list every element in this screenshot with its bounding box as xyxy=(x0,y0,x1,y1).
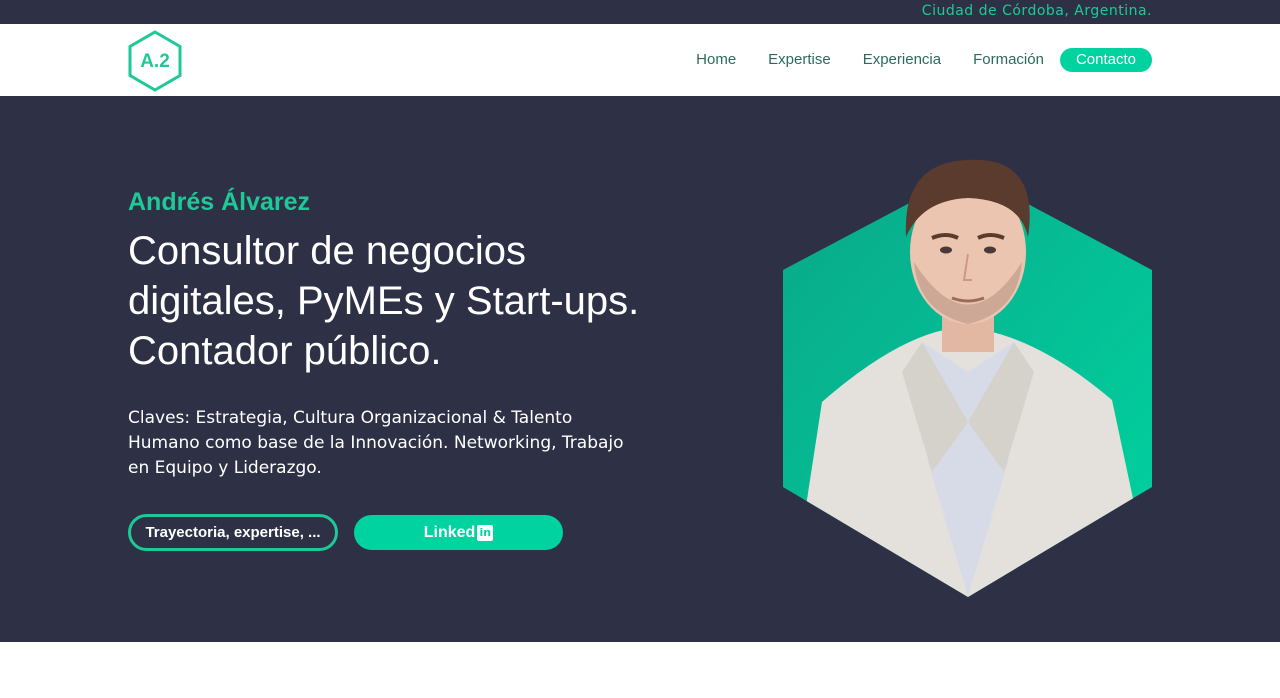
headline-line-2: digitales, PyMEs y Start-ups. xyxy=(128,279,640,323)
linkedin-button[interactable]: Linked in xyxy=(354,515,563,550)
nav-expertise[interactable]: Expertise xyxy=(768,48,831,72)
logo-text: A.2 xyxy=(140,51,170,72)
nav-home[interactable]: Home xyxy=(696,48,736,72)
hero-description: Claves: Estrategia, Cultura Organizacion… xyxy=(128,408,624,478)
site-logo[interactable]: A.2 xyxy=(127,30,183,92)
navbar: A.2 Home Expertise Experiencia Formación… xyxy=(0,24,1280,96)
headline-line-1: Consultor de negocios xyxy=(128,229,527,273)
nav-formacion[interactable]: Formación xyxy=(973,48,1044,72)
profile-portrait xyxy=(783,159,1152,597)
location-text: Ciudad de Córdoba, Argentina. xyxy=(921,3,1152,19)
headline-line-3: Contador público. xyxy=(128,329,442,373)
nav-contacto-button[interactable]: Contacto xyxy=(1059,48,1152,72)
top-bar: Ciudad de Córdoba, Argentina. xyxy=(0,0,1280,24)
linkedin-button-label: Linked xyxy=(423,523,476,541)
logo-hexagon-icon: A.2 xyxy=(128,30,182,92)
hero-headline: Consultor de negocios digitales, PyMEs y… xyxy=(128,226,688,376)
hero-name: Andrés Álvarez xyxy=(128,188,311,216)
trayectoria-button-label: Trayectoria, expertise, ... xyxy=(145,524,321,541)
main-nav: Home Expertise Experiencia Formación Con… xyxy=(696,48,1152,72)
hero-section: Andrés Álvarez Consultor de negocios dig… xyxy=(0,96,1280,642)
linkedin-icon: in xyxy=(477,524,494,541)
trayectoria-button[interactable]: Trayectoria, expertise, ... xyxy=(128,514,338,551)
nav-experiencia[interactable]: Experiencia xyxy=(863,48,941,72)
page-bottom-area xyxy=(0,642,1280,698)
